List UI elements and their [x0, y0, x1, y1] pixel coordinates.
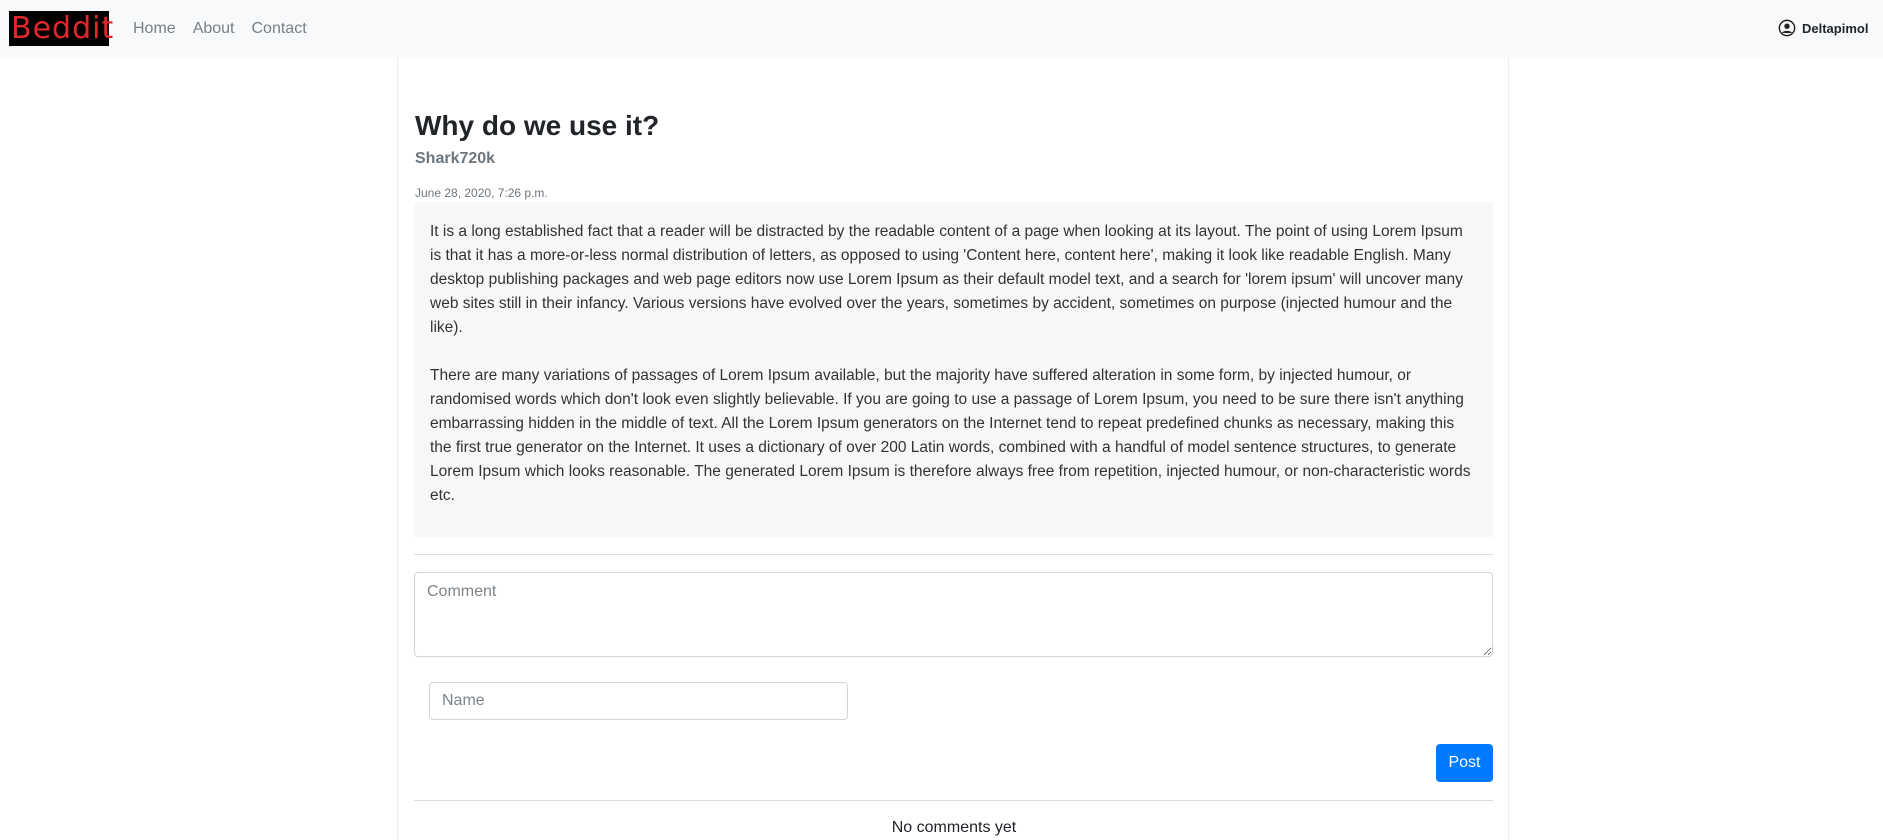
divider — [414, 800, 1493, 801]
comment-textarea[interactable] — [414, 572, 1493, 657]
user-menu[interactable]: Deltapimol — [1778, 19, 1883, 37]
nav-link-home[interactable]: Home — [133, 18, 176, 40]
user-name: Deltapimol — [1802, 20, 1869, 36]
post-comment-button[interactable]: Post — [1436, 744, 1493, 782]
post-date: June 28, 2020, 7:26 p.m. — [415, 186, 548, 200]
nav-link-about[interactable]: About — [193, 18, 235, 40]
nav-link-contact[interactable]: Contact — [252, 18, 307, 40]
nav-links: Home About Contact — [133, 18, 307, 40]
name-input[interactable] — [429, 682, 848, 720]
brand-logo[interactable]: Beddit — [9, 11, 113, 46]
divider — [414, 554, 1493, 555]
post-card: Why do we use it? Shark720k June 28, 202… — [397, 58, 1509, 840]
post-paragraph: There are many variations of passages of… — [430, 367, 1471, 504]
no-comments-message: No comments yet — [891, 819, 1017, 836]
user-circle-icon — [1778, 19, 1796, 37]
post-body: It is a long established fact that a rea… — [414, 202, 1493, 537]
post-author[interactable]: Shark720k — [415, 150, 495, 168]
post-paragraph: It is a long established fact that a rea… — [430, 223, 1463, 336]
post-title: Why do we use it? — [415, 110, 660, 141]
top-navbar: Beddit Home About Contact Deltapimol — [0, 0, 1883, 58]
